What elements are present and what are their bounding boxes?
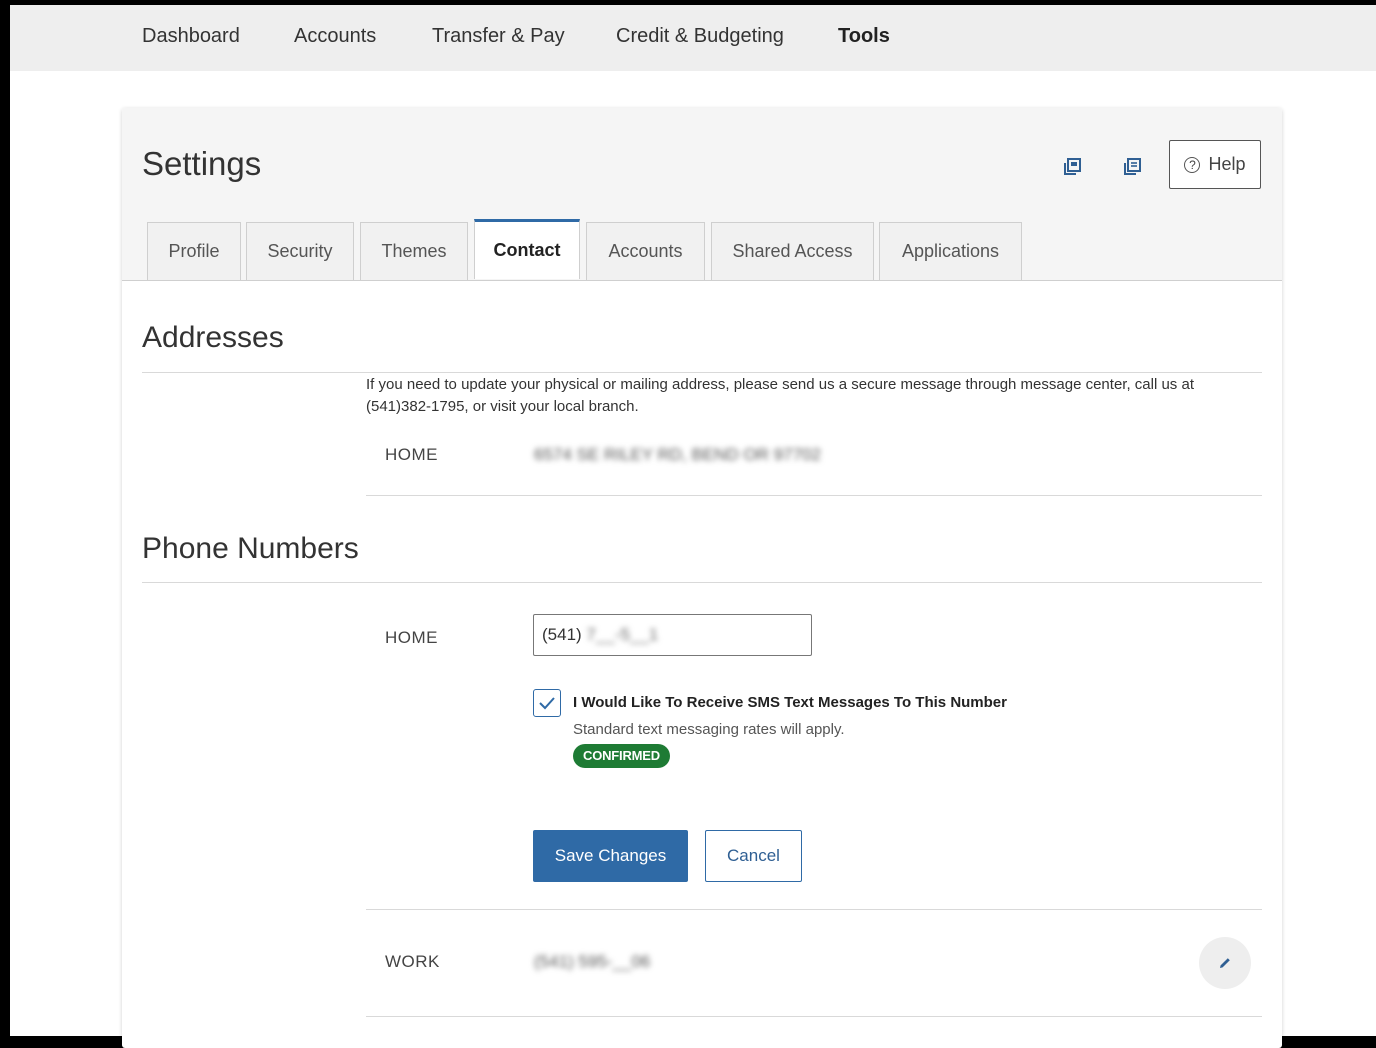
pencil-icon: [1220, 958, 1230, 968]
sms-opt-in-checkbox[interactable]: [533, 689, 561, 717]
cancel-button[interactable]: Cancel: [705, 830, 802, 882]
tab-contact[interactable]: Contact: [474, 219, 580, 279]
nav-tools[interactable]: Tools: [838, 25, 890, 48]
tab-applications[interactable]: Applications: [879, 222, 1022, 280]
phone-numbers-title: Phone Numbers: [142, 532, 359, 565]
sms-opt-in-label: I Would Like To Receive SMS Text Message…: [573, 694, 1007, 711]
sms-rates-note: Standard text messaging rates will apply…: [573, 721, 845, 738]
home-phone-rest: 7__-5__1: [586, 625, 659, 644]
nav-dashboard[interactable]: Dashboard: [142, 25, 240, 48]
divider: [142, 582, 1262, 583]
divider: [366, 1016, 1262, 1017]
home-phone-prefix: (541): [542, 625, 587, 644]
top-navigation: Dashboard Accounts Transfer & Pay Credit…: [10, 5, 1376, 71]
nav-credit-budgeting[interactable]: Credit & Budgeting: [616, 25, 784, 48]
tab-themes[interactable]: Themes: [360, 222, 468, 280]
settings-card: Settings ? Help Profile Security Themes …: [122, 108, 1282, 1048]
divider: [366, 909, 1262, 910]
confirmed-badge: CONFIRMED: [573, 744, 670, 768]
tab-security[interactable]: Security: [246, 222, 354, 280]
app-frame: Dashboard Accounts Transfer & Pay Credit…: [10, 5, 1376, 1048]
help-circle-icon: ?: [1184, 156, 1201, 173]
home-phone-input[interactable]: (541) 7__-5__1: [533, 614, 812, 656]
page-title: Settings: [142, 145, 262, 182]
settings-header: Settings ? Help Profile Security Themes …: [122, 108, 1282, 281]
tab-accounts[interactable]: Accounts: [586, 222, 705, 280]
address-home-value: 6574 SE RILEY RD, BEND OR 97702: [534, 445, 821, 464]
phone-work-label: WORK: [385, 952, 440, 971]
tab-shared-access[interactable]: Shared Access: [711, 222, 874, 280]
checkmark-icon: [539, 697, 555, 710]
phone-home-label: HOME: [385, 628, 438, 647]
nav-transfer-pay[interactable]: Transfer & Pay: [432, 25, 565, 48]
addresses-title: Addresses: [142, 321, 284, 354]
tab-profile[interactable]: Profile: [147, 222, 241, 280]
print-preview-icon[interactable]: [1122, 156, 1144, 178]
help-label: Help: [1208, 154, 1246, 174]
divider: [366, 495, 1262, 496]
help-button[interactable]: ? Help: [1169, 140, 1261, 189]
edit-work-phone-button[interactable]: [1199, 937, 1251, 989]
print-icon[interactable]: [1062, 156, 1084, 178]
nav-accounts[interactable]: Accounts: [294, 25, 376, 48]
address-update-note: If you need to update your physical or m…: [366, 376, 1194, 415]
save-changes-button[interactable]: Save Changes: [533, 830, 688, 882]
address-home-label: HOME: [385, 445, 438, 464]
phone-work-value: (541) 595-__06: [534, 952, 651, 971]
divider: [142, 372, 1262, 373]
